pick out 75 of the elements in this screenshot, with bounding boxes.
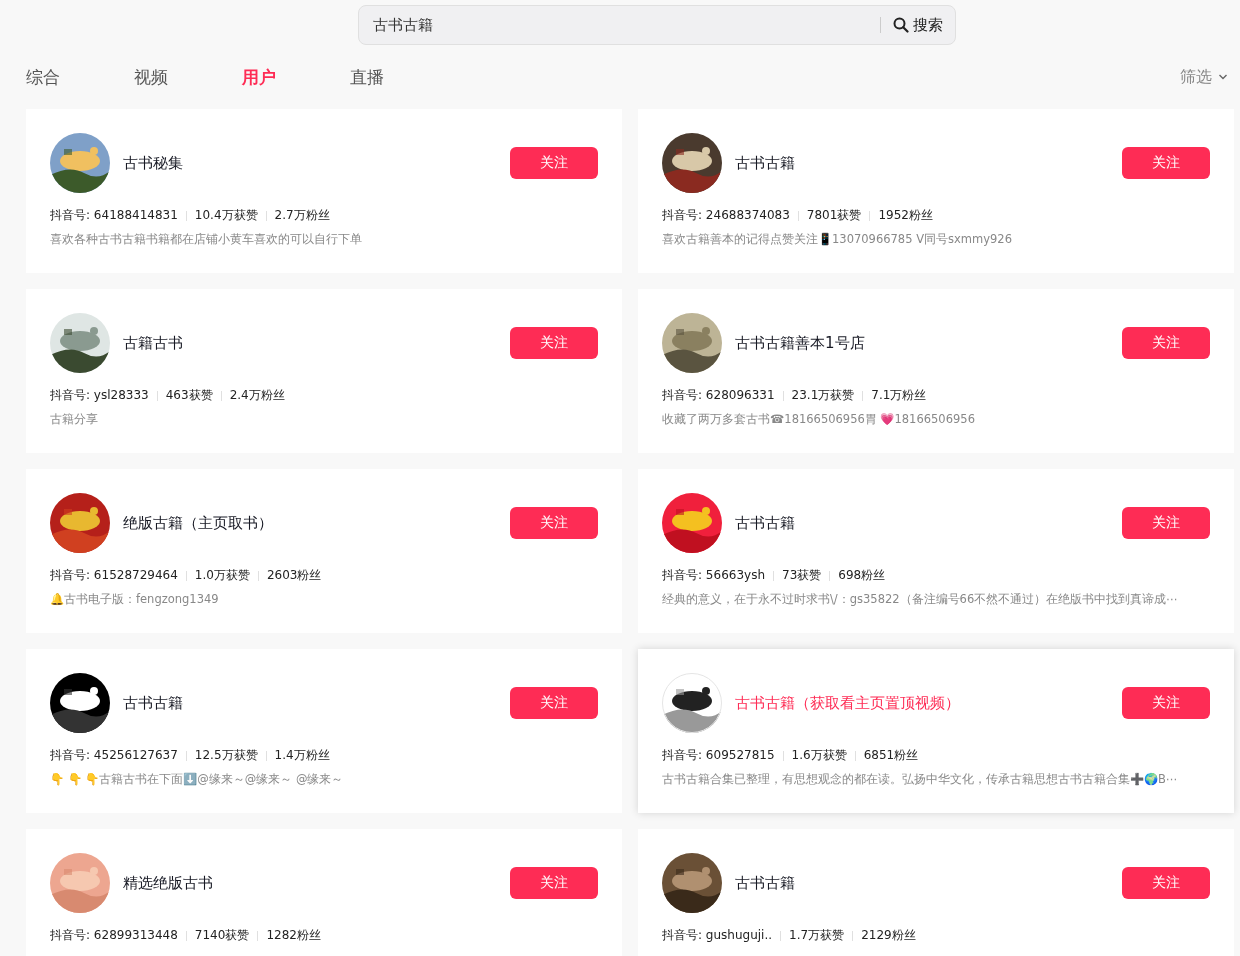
account-id: 抖音号: 62899313448 (50, 927, 178, 944)
followers-count: 2603粉丝 (266, 567, 322, 584)
chevron-icon (1218, 73, 1228, 81)
likes-count: 1.6万获赞 (791, 747, 847, 764)
user-card[interactable]: 古书古籍（获取看主页置顶视频） 关注 抖音号: 609527815 1.6万获赞 6851粉丝 古书古籍合集已整理，有思想观念的都在读。弘扬中华文化，传承古籍思想古书古籍合集➕🌍B⋯ (638, 649, 1234, 813)
followers-count: 2.4万粉丝 (229, 387, 285, 404)
user-name[interactable]: 古书古籍 (123, 693, 510, 713)
followers-count: 698粉丝 (838, 567, 886, 584)
follow-button[interactable]: 关注 (510, 327, 598, 359)
follow-button[interactable]: 关注 (510, 147, 598, 179)
user-name[interactable]: 精选绝版古书 (123, 873, 510, 893)
account-id: 抖音号: gushuguji.. (662, 927, 773, 944)
user-bio: 古书古籍合集已整理，有思想观念的都在读。弘扬中华文化，传承古籍思想古书古籍合集➕🌍B⋯ (662, 772, 1179, 787)
user-card[interactable]: 精选绝版古书 关注 抖音号: 62899313448 7140获赞 1282粉丝 (26, 829, 622, 956)
follow-button[interactable]: 关注 (1122, 147, 1210, 179)
likes-count: 463获赞 (165, 387, 213, 404)
user-card[interactable]: 古书古籍 关注 抖音号: 56663ysh 73获赞 698粉丝 经典的意义，在于永不过时求书\/：gs35822（备注编号66不然不通过）在绝版书中找到真谛成⋯ (638, 469, 1234, 633)
user-bio: 收藏了两万多套古书☎18166506956胃 💗18166506956 (662, 412, 976, 427)
user-name[interactable]: 古书古籍 (735, 153, 1122, 173)
user-card[interactable]: 古书古籍善本1号店 关注 抖音号: 628096331 23.1万获赞 7.1万粉丝 收藏了两万多套古书☎18166506956胃 💗18166506956 (638, 289, 1234, 453)
user-name[interactable]: 古籍古书 (123, 333, 510, 353)
user-name[interactable]: 古书古籍 (735, 513, 1122, 533)
user-bio: 经典的意义，在于永不过时求书\/：gs35822（备注编号66不然不通过）在绝版书中找到真谛成⋯ (662, 592, 1179, 607)
user-name[interactable]: 绝版古籍（主页取书） (123, 513, 510, 533)
followers-count: 2129粉丝 (861, 927, 916, 944)
user-bio: 喜欢各种古书古籍书籍都在店铺小黄车喜欢的可以自行下单 (50, 232, 363, 247)
follow-button[interactable]: 关注 (1122, 867, 1210, 899)
likes-count: 12.5万获赞 (194, 747, 258, 764)
user-bio: 喜欢古籍善本的记得点赞关注📱13070966785 V同号sxmmy926 (662, 232, 1013, 247)
account-id: 抖音号: 61528729464 (50, 567, 178, 584)
followers-count: 1.4万粉丝 (274, 747, 330, 764)
user-name[interactable]: 古书秘集 (123, 153, 510, 173)
user-bio: 古籍分享 (50, 412, 99, 427)
followers-count: 1282粉丝 (266, 927, 321, 944)
user-name[interactable]: 古书古籍（获取看主页置顶视频） (735, 693, 1122, 713)
followers-count: 6851粉丝 (863, 747, 919, 764)
user-name[interactable]: 古书古籍善本1号店 (735, 333, 1122, 353)
user-card[interactable]: 古书古籍 关注 抖音号: 45256127637 12.5万获赞 1.4万粉丝 👇 👇 👇古籍古书在下面⬇@缘来～@缘来～ @缘来～ (26, 649, 622, 813)
follow-button[interactable]: 关注 (510, 687, 598, 719)
account-id: 抖音号: 64188414831 (50, 207, 178, 224)
account-id: 抖音号: 45256127637 (50, 747, 178, 764)
likes-count: 10.4万获赞 (194, 207, 258, 224)
user-card[interactable]: 绝版古籍（主页取书） 关注 抖音号: 61528729464 1.0万获赞 2603粉丝 🔔古书电子版：fengzong1349 (26, 469, 622, 633)
user-card[interactable]: 古籍古书 关注 抖音号: ysl28333 463获赞 2.4万粉丝 古籍分享 (26, 289, 622, 453)
follow-button[interactable]: 关注 (510, 867, 598, 899)
follow-button[interactable]: 关注 (1122, 327, 1210, 359)
likes-count: 1.0万获赞 (194, 567, 250, 584)
likes-count: 73获赞 (782, 567, 822, 584)
account-id: 抖音号: 609527815 (662, 747, 775, 764)
followers-count: 1952粉丝 (878, 207, 933, 224)
user-name[interactable]: 古书古籍 (735, 873, 1122, 893)
user-card[interactable]: 古书古籍 关注 抖音号: gushuguji.. 1.7万获赞 2129粉丝 (638, 829, 1234, 956)
likes-count: 23.1万获赞 (791, 387, 855, 404)
followers-count: 2.7万粉丝 (274, 207, 330, 224)
likes-count: 1.7万获赞 (789, 927, 845, 944)
user-card[interactable]: 古书古籍 关注 抖音号: 24688374083 7801获赞 1952粉丝 喜欢古籍善本的记得点赞关注📱13070966785 V同号sxmmy926 (638, 109, 1234, 273)
follow-button[interactable]: 关注 (1122, 687, 1210, 719)
search-icon (893, 17, 909, 33)
follow-button[interactable]: 关注 (1122, 507, 1210, 539)
tab[interactable]: 综合 (26, 65, 98, 89)
account-id: 抖音号: 24688374083 (662, 207, 790, 224)
user-bio: 👇 👇 👇古籍古书在下面⬇@缘来～@缘来～ @缘来～ (50, 772, 345, 787)
follow-button[interactable]: 关注 (510, 507, 598, 539)
user-card[interactable]: 古书秘集 关注 抖音号: 64188414831 10.4万获赞 2.7万粉丝 喜欢各种古书古籍书籍都在店铺小黄车喜欢的可以自行下单 (26, 109, 622, 273)
likes-count: 7140获赞 (194, 927, 250, 944)
search-button[interactable]: 搜索 (881, 15, 955, 35)
likes-count: 7801获赞 (806, 207, 862, 224)
account-id: 抖音号: 628096331 (662, 387, 775, 404)
account-id: 抖音号: ysl28333 (50, 387, 149, 404)
tab[interactable]: 直播 (350, 65, 422, 89)
user-bio: 🔔古书电子版：fengzong1349 (50, 592, 220, 607)
tab[interactable]: 视频 (134, 65, 206, 89)
account-id: 抖音号: 56663ysh (662, 567, 765, 584)
search-field[interactable]: 古书古籍 搜索 (358, 5, 956, 45)
followers-count: 7.1万粉丝 (871, 387, 927, 404)
